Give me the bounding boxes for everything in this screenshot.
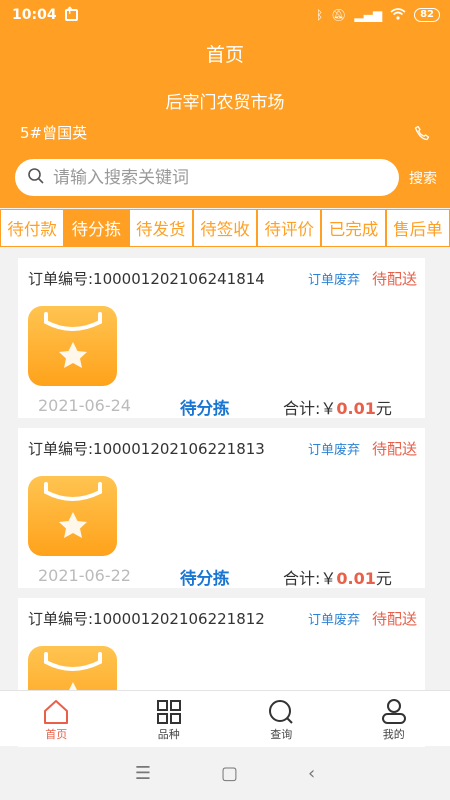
order-total: 合计:￥0.01元 (283, 395, 392, 419)
discard-order-button[interactable]: 订单废弃 (308, 269, 360, 288)
order-number: 订单编号:100001202106221812 (28, 610, 265, 628)
order-total: 合计:￥0.01元 (283, 565, 392, 589)
order-phase: 待分拣 (180, 569, 230, 588)
nav-home-label: 首页 (45, 728, 68, 741)
order-date: 2021-06-22 (38, 566, 131, 585)
product-thumbnail (28, 476, 117, 556)
order-card[interactable]: 订单编号:100001202106221813 订单废弃 待配送 2021-06… (18, 428, 425, 588)
page-title: 首页 (205, 44, 244, 66)
user-name: 5#曾国英 (20, 124, 88, 142)
discard-order-button[interactable]: 订单废弃 (308, 609, 360, 628)
star-logo-icon (44, 482, 102, 538)
header: 10:04 ᛒ 🔕︎ ▂▄▆ 82 首页 后宰门农贸市场 5#曾国英 (0, 0, 450, 208)
total-unit: 元 (375, 569, 392, 588)
order-number: 订单编号:100001202106221813 (28, 440, 265, 458)
total-label: 合计:￥ (283, 569, 337, 588)
search-row: 搜索 (15, 159, 440, 196)
search-button[interactable]: 搜索 (409, 168, 437, 188)
nav-query[interactable]: 查询 (225, 691, 338, 746)
total-unit: 元 (375, 399, 392, 418)
tab-pending-shipment[interactable]: 待发货 (128, 209, 193, 247)
status-bar: 10:04 ᛒ 🔕︎ ▂▄▆ 82 (0, 0, 450, 30)
back-icon[interactable]: ‹ (308, 763, 315, 784)
nav-home[interactable]: 首页 (0, 691, 113, 746)
clock: 10:04 (12, 7, 57, 23)
nav-varieties[interactable]: 品种 (113, 691, 226, 746)
tab-pending-receipt[interactable]: 待签收 (192, 209, 258, 247)
bluetooth-icon: ᛒ (315, 8, 324, 22)
tab-after-sales[interactable]: 售后单 (385, 209, 450, 247)
nav-mine[interactable]: 我的 (338, 691, 450, 746)
user-row: 5#曾国英 (20, 122, 430, 143)
phone-icon[interactable] (414, 125, 430, 141)
upload-notification-icon (64, 6, 78, 21)
nav-varieties-label: 品种 (157, 728, 180, 741)
nav-query-label: 查询 (270, 728, 293, 741)
battery-icon: 82 (414, 8, 440, 22)
star-logo-icon (44, 312, 102, 368)
total-amount: 0.01 (336, 569, 376, 588)
mute-icon: 🔕︎ (331, 8, 347, 22)
wifi-icon (390, 7, 406, 23)
nav-mine-label: 我的 (382, 728, 405, 741)
delivery-status: 待配送 (371, 610, 417, 628)
menu-icon[interactable]: ☰ (135, 763, 151, 784)
system-navigation-bar: ☰ ▢ ‹ (0, 747, 450, 800)
order-status-tabs: 待付款 待分拣 待发货 待签收 待评价 已完成 售后单 (0, 209, 450, 247)
total-amount: 0.01 (336, 399, 376, 418)
delivery-status: 待配送 (371, 440, 417, 458)
total-label: 合计:￥ (283, 399, 337, 418)
order-phase: 待分拣 (180, 399, 230, 418)
search-box[interactable] (15, 159, 399, 196)
grid-icon (156, 700, 181, 724)
discard-order-button[interactable]: 订单废弃 (308, 439, 360, 458)
search-input[interactable] (53, 167, 373, 188)
market-name: 后宰门农贸市场 (165, 93, 285, 113)
order-card[interactable]: 订单编号:100001202106241814 订单废弃 待配送 2021-06… (18, 258, 425, 418)
order-date: 2021-06-24 (38, 396, 131, 415)
home-icon (44, 700, 69, 724)
product-thumbnail (28, 306, 117, 386)
tab-pending-payment[interactable]: 待付款 (0, 209, 65, 247)
delivery-status: 待配送 (371, 270, 417, 288)
bottom-navigation: 首页 品种 查询 我的 (0, 690, 450, 746)
order-number: 订单编号:100001202106241814 (28, 270, 265, 288)
signal-icon: ▂▄▆ (354, 8, 383, 22)
home-square-icon[interactable]: ▢ (221, 763, 238, 784)
search-icon (27, 167, 45, 189)
search-icon (269, 700, 293, 724)
tab-pending-review[interactable]: 待评价 (257, 209, 322, 247)
user-icon (381, 699, 406, 724)
tab-pending-sorting[interactable]: 待分拣 (64, 209, 129, 247)
app-screen: 10:04 ᛒ 🔕︎ ▂▄▆ 82 首页 后宰门农贸市场 5#曾国英 (0, 0, 450, 800)
tab-completed[interactable]: 已完成 (321, 209, 386, 247)
